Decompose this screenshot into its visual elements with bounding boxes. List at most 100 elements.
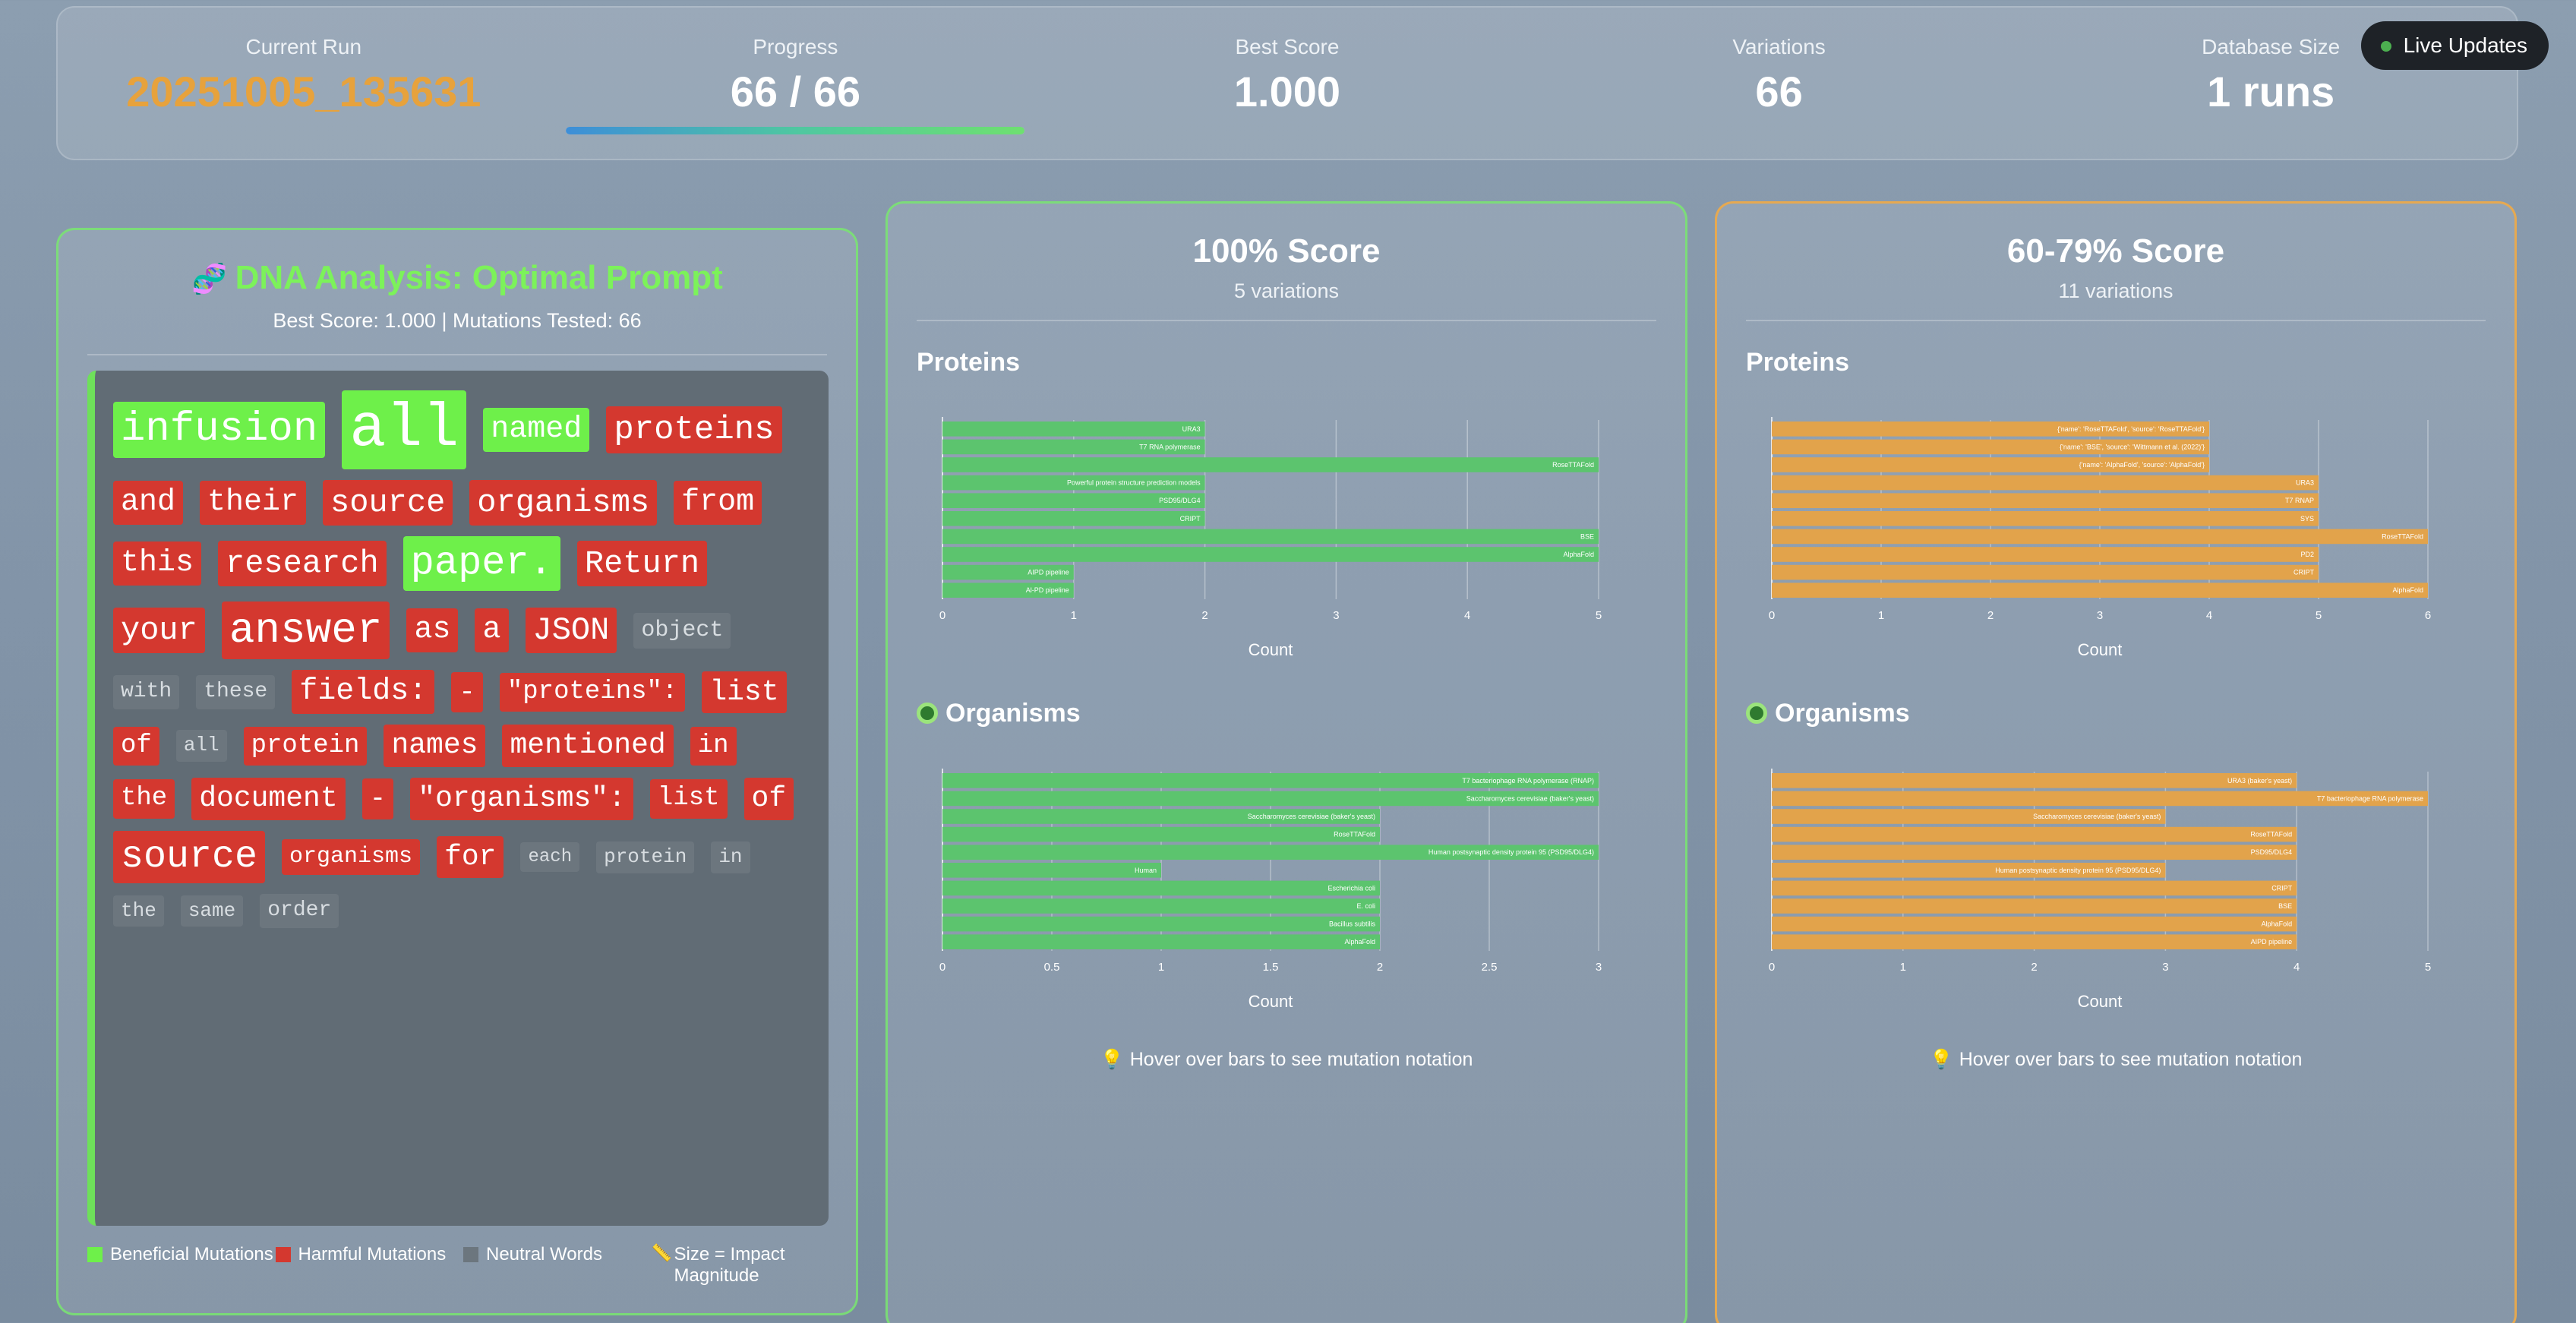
harmful-word: source	[113, 830, 266, 884]
tick-label: 4	[1464, 609, 1470, 622]
progress-bar-fill	[566, 127, 1025, 134]
stat-label: Variations	[1732, 35, 1826, 58]
neutral-word: these	[196, 675, 276, 709]
legend-item: Neutral Words	[463, 1244, 652, 1286]
divider	[917, 320, 1656, 321]
legend-item: 📏 Size = Impact Magnitude	[652, 1244, 840, 1286]
bar-label: Escherichia coli	[1327, 884, 1375, 892]
bar[interactable]	[1772, 564, 2319, 580]
neutral-word: in	[711, 841, 750, 873]
bar-label: BSE	[2278, 902, 2292, 910]
best-score-value: 1.000	[1233, 68, 1341, 115]
bar[interactable]	[1772, 529, 2428, 545]
bar[interactable]	[1772, 773, 2297, 788]
bar[interactable]	[1772, 493, 2319, 508]
harmful-word: list	[702, 671, 787, 714]
bar-label: AIPD pipeline	[2251, 938, 2293, 946]
lightbulb-icon: 💡	[1929, 1049, 1953, 1070]
bar[interactable]	[1772, 916, 2297, 932]
bar[interactable]	[1772, 880, 2297, 896]
neutral-word: order	[260, 894, 339, 928]
beneficial-word: paper.	[402, 536, 560, 592]
harmful-word: list	[649, 779, 728, 819]
bar[interactable]	[1772, 826, 2297, 842]
bar[interactable]	[1772, 845, 2297, 860]
bar-label: T7 bacteriophage RNA polymerase	[2317, 794, 2423, 802]
bar[interactable]	[942, 422, 1205, 437]
bar-label: SYS	[2300, 515, 2314, 523]
bar-label: CRIPT	[2293, 569, 2315, 576]
harmful-word: proteins	[606, 406, 782, 454]
hover-hint: 💡 Hover over bars to see mutation notatio…	[888, 1049, 1685, 1071]
tick-label: 2.5	[1482, 961, 1498, 974]
tick-label: 0.5	[1044, 961, 1060, 974]
harmful-word: "proteins":	[499, 672, 686, 712]
bar[interactable]	[1772, 511, 2319, 526]
bar[interactable]	[942, 934, 1380, 949]
bar-label: {'name': 'AlphaFold', 'source': 'AlphaFo…	[2079, 461, 2205, 469]
bar[interactable]	[1772, 583, 2428, 598]
bar[interactable]	[942, 457, 1599, 472]
bar[interactable]	[942, 547, 1599, 562]
harmful-word: "organisms":	[410, 778, 633, 820]
live-updates-badge[interactable]: Live Updates	[2360, 21, 2549, 70]
globe-icon	[1746, 703, 1767, 724]
stat-progress: Progress 66 / 66	[550, 8, 1042, 134]
harmful-word: fields:	[292, 670, 435, 715]
legend-swatch	[275, 1247, 291, 1262]
bar[interactable]	[942, 880, 1380, 896]
harmful-word: -	[451, 671, 483, 713]
harmful-word: mentioned	[502, 725, 674, 768]
bar[interactable]	[1772, 475, 2319, 491]
stat-variations: Variations 66	[1533, 8, 2025, 116]
panel-title: 🧬 DNA Analysis: Optimal Prompt	[58, 259, 856, 297]
bar[interactable]	[942, 511, 1205, 526]
neutral-word: each	[520, 841, 580, 873]
bar-label: PD2	[2300, 551, 2314, 558]
progress-value: 66 / 66	[730, 68, 861, 115]
variations-value: 66	[1755, 68, 1803, 115]
tick-label: 2	[1377, 961, 1383, 974]
tick-label: 4	[2293, 961, 2300, 974]
bar[interactable]	[942, 863, 1161, 878]
harmful-word: Return	[576, 541, 708, 587]
bar-label: RoseTTAFold	[2250, 831, 2292, 838]
bar[interactable]	[942, 826, 1380, 842]
panel-header: 60-79% Score 11 variations	[1717, 232, 2514, 303]
legend-swatch	[463, 1247, 478, 1262]
harmful-word: a	[475, 608, 509, 653]
bar[interactable]	[942, 916, 1380, 932]
harmful-word: in	[690, 726, 737, 766]
x-axis-label: Count	[1249, 992, 1293, 1011]
bar[interactable]	[1772, 934, 2297, 949]
harmful-word: -	[361, 778, 394, 819]
legend-label: Harmful Mutations	[298, 1244, 447, 1265]
proteins-bar-chart: 0 1 2 3 4 5 6 {'name': 'RoseTTAFold', 'source':…	[1769, 417, 2431, 659]
bar-label: Human	[1135, 867, 1157, 874]
bar[interactable]	[1772, 547, 2319, 562]
stat-label: Current Run	[245, 35, 362, 58]
tick-label: 3	[2097, 609, 2103, 622]
bar[interactable]	[942, 898, 1380, 914]
neutral-word: object	[633, 613, 731, 649]
bar-label: Saccharomyces cerevisiae (baker's yeast)	[1248, 813, 1375, 820]
harmful-word: JSON	[525, 608, 617, 654]
harmful-word: organisms	[282, 839, 421, 875]
live-status-dot-icon	[2380, 41, 2391, 52]
bar-label: {'name': 'RoseTTAFold', 'source': 'RoseT…	[2057, 425, 2205, 433]
bar-label: AlphaFold	[2262, 920, 2293, 928]
bar-label: {'name': 'BSE', 'source': 'Wittmann et a…	[2060, 443, 2205, 450]
harmful-word: of	[113, 726, 159, 766]
stats-bar: Current Run 20251005_135631 Progress 66 …	[56, 6, 2518, 160]
panel-header: 100% Score 5 variations	[888, 232, 1685, 303]
beneficial-word: infusion	[113, 401, 326, 459]
mutation-legend: Beneficial Mutations Harmful Mutations Neu…	[87, 1244, 839, 1286]
bar-label: AlphaFold	[1563, 551, 1594, 558]
harmful-word: protein	[243, 726, 368, 766]
bar[interactable]	[942, 529, 1599, 545]
neutral-word: with	[113, 675, 180, 709]
bar-label: Powerful protein structure prediction mo…	[1067, 479, 1201, 487]
bar[interactable]	[1772, 898, 2297, 914]
harmful-word: this	[113, 542, 202, 586]
harmful-word: names	[384, 725, 486, 768]
